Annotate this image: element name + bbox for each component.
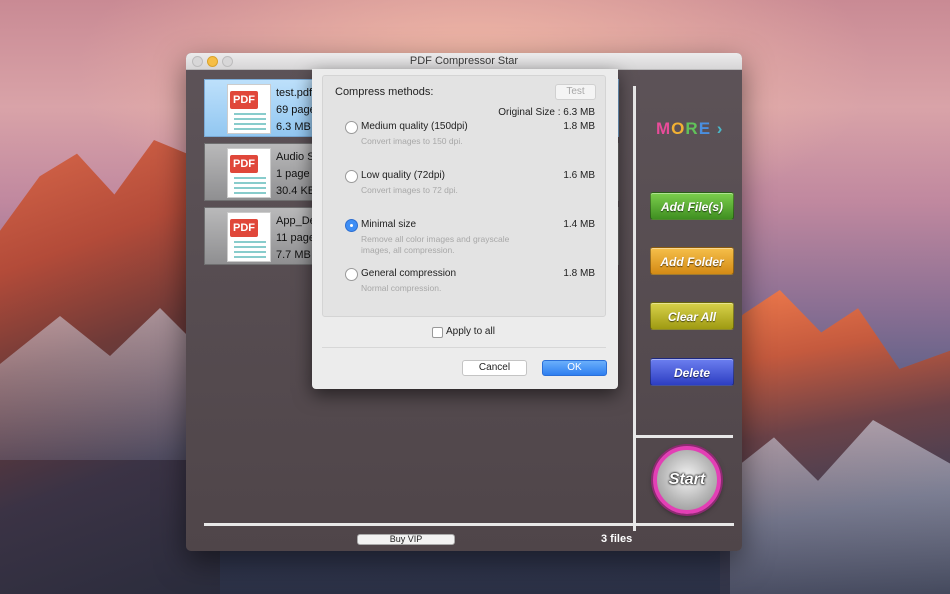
- clear-all-button[interactable]: Clear All: [650, 302, 734, 330]
- compress-methods-dialog: Compress methods: Test Original Size : 6…: [312, 69, 618, 389]
- minimize-window-button[interactable]: [207, 56, 218, 67]
- chevron-right-icon: ›: [716, 119, 724, 138]
- vertical-divider: [633, 86, 636, 531]
- pdf-tag: PDF: [230, 91, 258, 109]
- apply-to-all-label: Apply to all: [446, 326, 495, 337]
- title-bar[interactable]: PDF Compressor Star: [186, 53, 742, 70]
- apply-to-all-checkbox[interactable]: [432, 327, 443, 338]
- horizontal-divider: [635, 435, 733, 438]
- more-letter-r: R: [685, 119, 699, 138]
- file-count: 3 files: [601, 533, 633, 545]
- option-description: Convert images to 72 dpi.: [361, 185, 458, 195]
- zoom-window-button[interactable]: [222, 56, 233, 67]
- radio-button-selected[interactable]: [345, 219, 358, 232]
- dialog-title: Compress methods:: [335, 86, 434, 98]
- option-size: 1.6 MB: [563, 170, 595, 181]
- option-size: 1.8 MB: [563, 268, 595, 279]
- option-size: 1.4 MB: [563, 219, 595, 230]
- more-letter-o: O: [671, 119, 686, 138]
- methods-group: Compress methods: Test Original Size : 6…: [322, 75, 606, 317]
- test-button[interactable]: Test: [555, 84, 596, 100]
- close-window-button[interactable]: [192, 56, 203, 67]
- more-apps-link[interactable]: MORE ›: [656, 119, 723, 139]
- window-title: PDF Compressor Star: [409, 55, 519, 67]
- radio-button[interactable]: [345, 121, 358, 134]
- option-label: General compression: [361, 268, 457, 279]
- file-size: 30.4 KB: [276, 185, 316, 197]
- option-description: Remove all color images and grayscale im…: [361, 234, 510, 255]
- dialog-divider: [322, 347, 606, 348]
- option-label: Medium quality (150dpi): [361, 121, 468, 132]
- start-button[interactable]: Start: [653, 446, 721, 514]
- radio-button[interactable]: [345, 268, 358, 281]
- pdf-tag: PDF: [230, 219, 258, 237]
- buy-vip-button[interactable]: Buy VIP: [357, 534, 455, 545]
- cancel-button[interactable]: Cancel: [462, 360, 527, 376]
- radio-button[interactable]: [345, 170, 358, 183]
- add-folder-button[interactable]: Add Folder: [650, 247, 734, 275]
- more-letter-m: M: [656, 119, 672, 138]
- pdf-file-icon: PDF: [227, 212, 271, 262]
- option-description: Convert images to 150 dpi.: [361, 136, 463, 146]
- pdf-tag: PDF: [230, 155, 258, 173]
- option-size: 1.8 MB: [563, 121, 595, 132]
- option-label: Low quality (72dpi): [361, 170, 445, 181]
- option-label: Minimal size: [361, 219, 417, 230]
- delete-button[interactable]: Delete: [650, 358, 734, 386]
- original-size: Original Size : 6.3 MB: [498, 107, 595, 118]
- ok-button[interactable]: OK: [542, 360, 607, 376]
- pdf-file-icon: PDF: [227, 148, 271, 198]
- file-name: Audio Si: [276, 151, 317, 163]
- pdf-file-icon: PDF: [227, 84, 271, 134]
- bottom-divider: [204, 523, 734, 526]
- file-pages: 1 page: [276, 168, 310, 180]
- option-description: Normal compression.: [361, 283, 442, 293]
- more-letter-e: E: [698, 119, 712, 138]
- file-info: Audio Si 1 page 30.4 KB: [276, 149, 317, 200]
- add-files-button[interactable]: Add File(s): [650, 192, 734, 220]
